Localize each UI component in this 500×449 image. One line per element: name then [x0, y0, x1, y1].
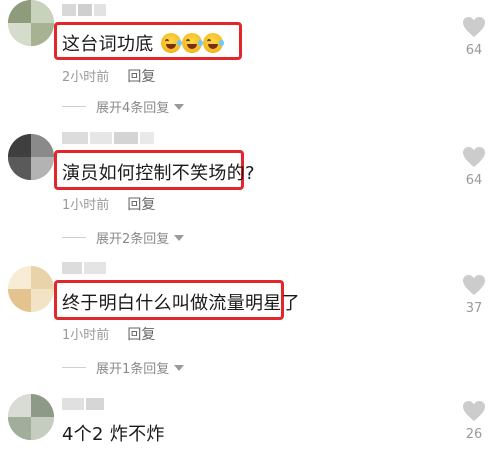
laugh-cry-emoji-icon: [202, 33, 224, 53]
reply-button[interactable]: 回复: [127, 197, 155, 213]
laugh-cry-emoji-icon: [160, 33, 182, 53]
avatar[interactable]: [8, 0, 54, 46]
comment-text-content: 终于明白什么叫做流量明星了: [62, 293, 300, 314]
expand-replies-button[interactable]: 展开2条回复: [62, 228, 185, 247]
avatar[interactable]: [8, 394, 54, 440]
like-count: 64: [465, 173, 483, 188]
like-button[interactable]: 64: [456, 16, 492, 58]
username[interactable]: [62, 132, 156, 148]
comment-meta: 1小时前 回复: [62, 194, 155, 214]
like-button[interactable]: 26: [456, 400, 492, 442]
expand-replies-label: 展开2条回复: [96, 232, 170, 247]
divider-line: [62, 367, 86, 368]
username[interactable]: [62, 4, 108, 20]
comment-text-content: 这台词功底: [62, 34, 154, 55]
comment-text-content: 4个2 炸不炸: [62, 424, 165, 445]
caret-down-icon: [174, 103, 185, 110]
avatar[interactable]: [8, 266, 54, 312]
caret-down-icon: [174, 364, 185, 371]
expand-replies-label: 展开1条回复: [96, 362, 170, 377]
heart-icon: [463, 401, 485, 421]
like-count: 37: [465, 301, 483, 316]
reply-button[interactable]: 回复: [127, 69, 155, 85]
like-button[interactable]: 37: [456, 274, 492, 316]
heart-icon: [463, 275, 485, 295]
username[interactable]: [62, 398, 106, 414]
comment-text-content: 演员如何控制不笑场的?: [62, 163, 255, 184]
comment-time: 2小时前: [62, 70, 110, 85]
heart-icon: [463, 17, 485, 37]
like-count: 26: [465, 427, 483, 442]
divider-line: [62, 237, 86, 238]
username[interactable]: [62, 262, 108, 278]
comment-meta: 2小时前 回复: [62, 66, 155, 86]
laugh-cry-emoji-icon: [181, 33, 203, 53]
comment-meta: 1小时前 回复: [62, 324, 155, 344]
comment-time: 1小时前: [62, 328, 110, 343]
expand-replies-button[interactable]: 展开4条回复: [62, 97, 185, 116]
reply-button[interactable]: 回复: [127, 327, 155, 343]
comment-text: 演员如何控制不笑场的?: [62, 159, 255, 185]
divider-line: [62, 106, 86, 107]
avatar[interactable]: [8, 134, 54, 180]
comment-time: 1小时前: [62, 198, 110, 213]
heart-icon: [463, 147, 485, 167]
like-button[interactable]: 64: [456, 146, 492, 188]
expand-replies-button[interactable]: 展开1条回复: [62, 358, 185, 377]
like-count: 64: [465, 43, 483, 58]
comment-text: 4个2 炸不炸: [62, 420, 165, 446]
expand-replies-label: 展开4条回复: [96, 101, 170, 116]
caret-down-icon: [174, 234, 185, 241]
comment-text: 终于明白什么叫做流量明星了: [62, 289, 300, 315]
comment-text: 这台词功底: [62, 30, 224, 56]
